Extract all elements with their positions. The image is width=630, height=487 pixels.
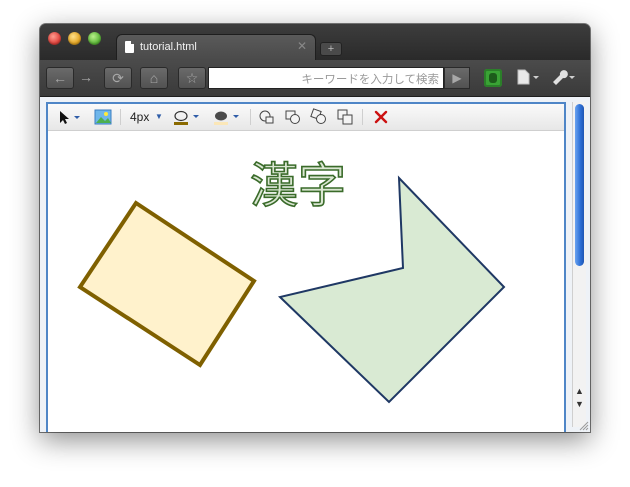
browser-window: tutorial.html ✕ + ← → ⟳ ⌂ ☆ キーワードを入力して検索… [40, 24, 590, 432]
evernote-icon[interactable] [484, 69, 502, 87]
fill-color-icon [214, 111, 239, 125]
canvas-svg: 漢字 [77, 157, 506, 404]
drawing-canvas[interactable]: 漢字 [48, 131, 564, 432]
image-icon [94, 109, 112, 125]
zoom-window-button[interactable] [88, 32, 101, 45]
fill-color-dropdown[interactable] [212, 108, 246, 126]
scrollbar-thumb[interactable] [575, 104, 584, 266]
intersect-button[interactable] [310, 108, 328, 126]
bookmark-star-button[interactable]: ☆ [178, 67, 206, 89]
page-menu-button[interactable] [516, 69, 540, 88]
toolbar-separator [250, 109, 251, 125]
stroke-width-dropdown[interactable]: 4px ▼ [128, 108, 168, 126]
exclude-button[interactable] [336, 108, 354, 126]
tab-close-icon[interactable]: ✕ [297, 39, 307, 53]
rectangle-shape[interactable] [77, 200, 257, 368]
shape-intersect-icon [310, 108, 326, 124]
stroke-color-dropdown[interactable] [172, 108, 206, 126]
select-tool-button[interactable] [56, 108, 84, 126]
reload-button[interactable]: ⟳ [104, 67, 132, 89]
union-button[interactable] [258, 108, 276, 126]
delete-button[interactable] [372, 108, 390, 126]
new-tab-button[interactable]: + [320, 42, 342, 56]
arrow-cursor-icon [60, 111, 80, 124]
x-icon [374, 110, 388, 124]
document-icon [125, 41, 134, 53]
scroll-up-arrow[interactable]: ▲ [575, 386, 584, 396]
shape-exclude-icon [337, 109, 353, 125]
vertical-scrollbar[interactable]: ▲ ▼ [572, 102, 586, 427]
wrench-icon [553, 70, 575, 85]
kanji-text-shape[interactable]: 漢字 [249, 157, 347, 215]
tab-tutorial[interactable]: tutorial.html ✕ [116, 34, 316, 60]
forward-button[interactable]: → [74, 67, 98, 89]
tab-title: tutorial.html [140, 41, 197, 53]
shape-subtract-icon [285, 110, 300, 124]
title-bar: tutorial.html ✕ + [40, 24, 590, 60]
toolbar-separator [362, 109, 363, 125]
editor-toolbar: 4px ▼ [48, 104, 564, 131]
shape-union-icon [259, 110, 274, 124]
toolbar-separator [120, 109, 121, 125]
wrench-menu-button[interactable] [550, 69, 576, 88]
chevron-down-icon: ▼ [155, 112, 163, 121]
browser-toolbar: ← → ⟳ ⌂ ☆ キーワードを入力して検索 ▶ [40, 60, 590, 97]
stroke-color-icon [174, 110, 199, 125]
home-button[interactable]: ⌂ [140, 67, 168, 89]
back-button[interactable]: ← [46, 67, 74, 89]
address-bar[interactable]: キーワードを入力して検索 [208, 67, 444, 89]
stroke-width-label: 4px [130, 110, 150, 124]
scroll-down-arrow[interactable]: ▼ [575, 399, 584, 409]
address-placeholder: キーワードを入力して検索 [301, 74, 439, 86]
page-icon [517, 69, 539, 85]
subtract-button[interactable] [284, 108, 302, 126]
page-content: 4px ▼ 漢字 ▲ ▼ [40, 97, 590, 432]
resize-grip-icon[interactable] [579, 421, 589, 431]
go-button[interactable]: ▶ [444, 67, 470, 89]
svg-editor: 4px ▼ 漢字 [46, 102, 566, 432]
close-window-button[interactable] [48, 32, 61, 45]
minimize-window-button[interactable] [68, 32, 81, 45]
image-tool-button[interactable] [94, 108, 112, 126]
